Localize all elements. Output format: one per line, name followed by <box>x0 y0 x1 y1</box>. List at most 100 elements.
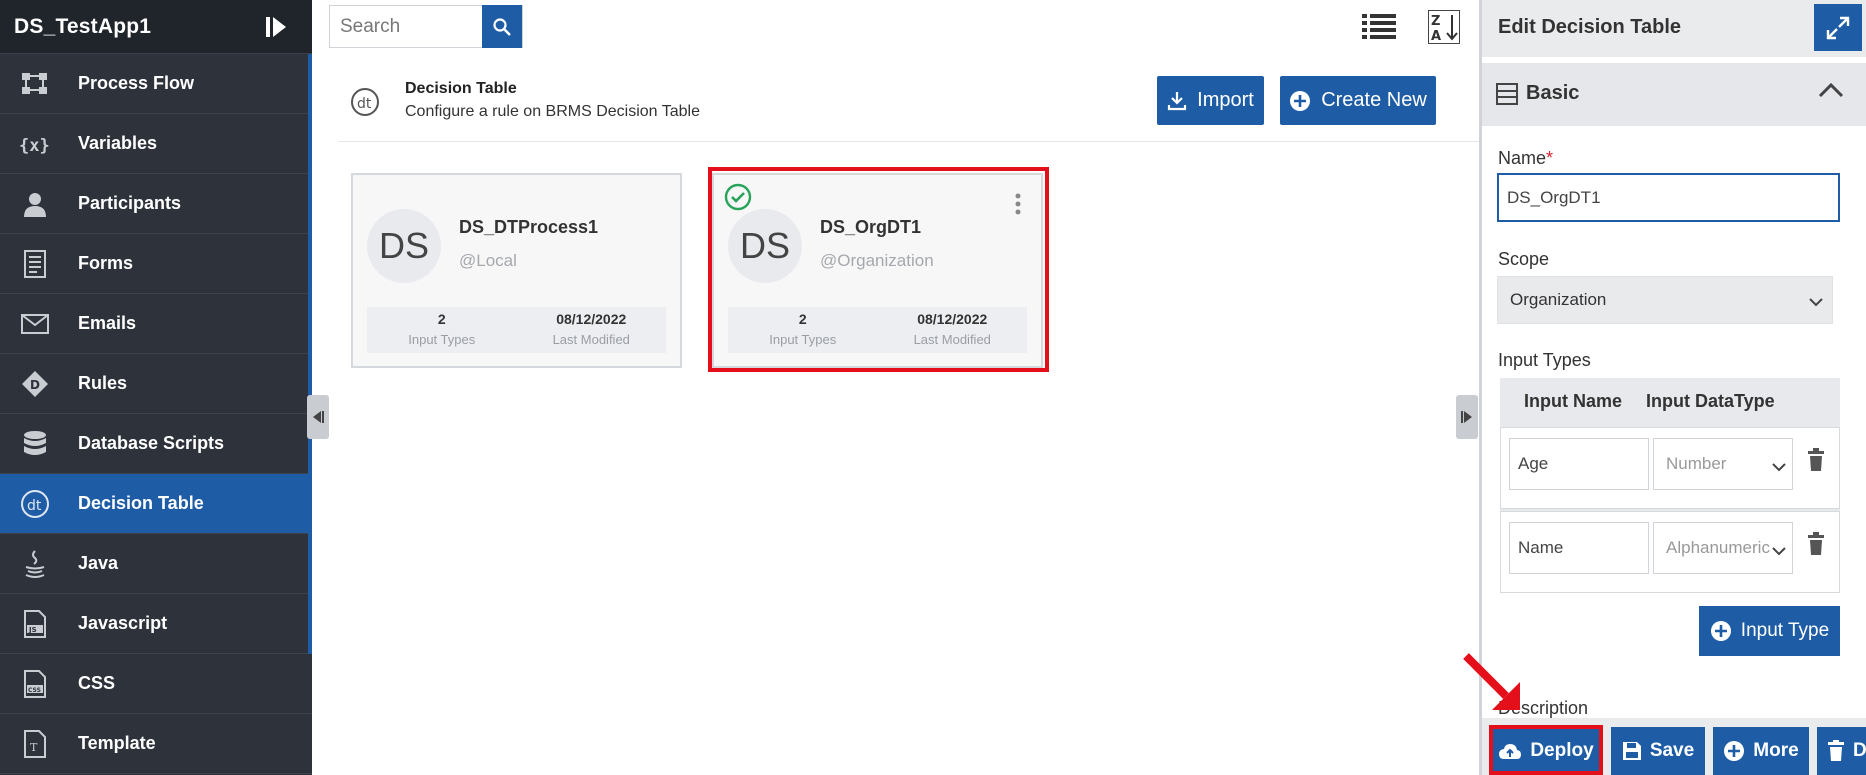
basic-section-header[interactable]: Basic <box>1482 63 1866 126</box>
collapse-sidebar-icon[interactable] <box>264 14 290 40</box>
sidebar-item-label: Participants <box>78 193 182 213</box>
input-name-field[interactable]: Name <box>1509 522 1649 574</box>
trash-icon <box>1827 740 1845 762</box>
create-new-button[interactable]: Create New <box>1280 76 1436 125</box>
participants-icon <box>18 189 52 219</box>
panel-title: Edit Decision Table <box>1498 16 1681 38</box>
scope-label: Scope <box>1498 249 1550 269</box>
trash-icon[interactable] <box>1807 448 1825 477</box>
collapse-right-handle[interactable] <box>1456 395 1478 439</box>
table-row: Age Number <box>1500 427 1840 509</box>
sidebar-item-label: Java <box>78 553 119 573</box>
sidebar-item-participants[interactable]: Participants <box>0 174 312 234</box>
chevron-up-icon[interactable] <box>1818 81 1844 104</box>
sidebar-item-label: Template <box>78 733 156 753</box>
highlight-box <box>708 167 1049 372</box>
more-button[interactable]: More <box>1713 727 1809 775</box>
decision-table-card[interactable]: DS DS_DTProcess1 @Local 2 Input Types 08… <box>351 173 682 368</box>
input-types-stat: 2 Input Types <box>367 307 517 353</box>
input-datatype-select[interactable]: Number <box>1653 438 1793 490</box>
sidebar-item-template[interactable]: T Template <box>0 714 312 774</box>
search-button[interactable] <box>482 5 522 48</box>
search-icon <box>493 17 511 36</box>
sidebar-item-rules[interactable]: D Rules <box>0 354 312 414</box>
main-content: ZA dt Decision Table Configure a rule on… <box>312 0 1579 775</box>
svg-text:dt: dt <box>27 498 42 514</box>
app-window: DS_TestApp1 Process Flow {x} Variables P… <box>0 0 1866 775</box>
forms-icon <box>18 249 52 279</box>
svg-text:D: D <box>30 378 40 392</box>
collapse-left-handle[interactable] <box>307 395 329 439</box>
sidebar-item-label: Forms <box>78 253 134 273</box>
required-mark: * <box>1546 148 1554 168</box>
create-new-label: Create New <box>1321 89 1427 111</box>
import-label: Import <box>1197 89 1254 111</box>
chevron-down-icon <box>1808 293 1824 313</box>
sidebar-item-java[interactable]: Java <box>0 534 312 594</box>
sort-button[interactable]: ZA <box>1426 10 1462 44</box>
sidebar-item-label: Process Flow <box>78 73 195 93</box>
save-button[interactable]: Save <box>1611 727 1705 775</box>
input-types-table: Input Name Input DataType Age Number Nam… <box>1500 378 1840 593</box>
list-view-icon <box>1362 14 1396 39</box>
scope-value: Organization <box>1510 290 1607 309</box>
sidebar: DS_TestApp1 Process Flow {x} Variables P… <box>0 0 312 775</box>
sidebar-item-javascript[interactable]: JS Javascript <box>0 594 312 654</box>
delete-button[interactable]: D <box>1817 727 1866 775</box>
scope-select[interactable]: Organization <box>1497 276 1833 324</box>
input-name-field[interactable]: Age <box>1509 438 1649 490</box>
rules-icon: D <box>18 369 52 399</box>
sidebar-item-variables[interactable]: {x} Variables <box>0 114 312 174</box>
email-icon <box>18 309 52 339</box>
list-view-button[interactable] <box>1361 10 1397 44</box>
save-icon <box>1622 741 1642 761</box>
last-modified-label: Last Modified <box>552 332 630 347</box>
expand-button[interactable] <box>1814 4 1862 51</box>
input-types-label: Input Types <box>1498 350 1591 370</box>
sidebar-item-database-scripts[interactable]: Database Scripts <box>0 414 312 474</box>
import-button[interactable]: Import <box>1157 76 1264 125</box>
chevron-down-icon <box>1772 457 1786 477</box>
search-box <box>329 5 523 48</box>
panel-header: Edit Decision Table <box>1482 0 1866 57</box>
input-types-value: 2 <box>437 311 446 327</box>
card-scope: @Local <box>459 251 517 270</box>
more-circle-icon <box>1723 740 1745 762</box>
trash-icon[interactable] <box>1807 532 1825 561</box>
sidebar-item-process-flow[interactable]: Process Flow <box>0 54 312 114</box>
svg-text:dt: dt <box>357 96 372 112</box>
svg-text:JS: JS <box>28 626 37 634</box>
database-icon <box>18 429 52 459</box>
sidebar-item-decision-table[interactable]: dt Decision Table <box>0 474 312 534</box>
avatar: DS <box>367 209 441 283</box>
add-input-type-label: Input Type <box>1740 620 1830 641</box>
sidebar-item-label: CSS <box>78 673 116 693</box>
delete-label: D <box>1853 740 1866 761</box>
svg-text:{x}: {x} <box>19 136 50 156</box>
variables-icon: {x} <box>18 129 52 159</box>
name-label-text: Name <box>1498 148 1547 168</box>
datatype-value: Number <box>1666 454 1727 473</box>
page-subtitle: Configure a rule on BRMS Decision Table <box>405 103 700 120</box>
decision-table-icon: dt <box>18 489 52 519</box>
sidebar-item-label: Database Scripts <box>78 433 225 453</box>
more-label: More <box>1753 740 1799 761</box>
add-input-type-button[interactable]: Input Type <box>1699 606 1840 656</box>
svg-text:T: T <box>30 741 38 754</box>
sidebar-item-forms[interactable]: Forms <box>0 234 312 294</box>
sidebar-item-label: Emails <box>78 313 137 333</box>
sidebar-item-css[interactable]: CSS CSS <box>0 654 312 714</box>
sidebar-item-label: Javascript <box>78 613 168 633</box>
save-label: Save <box>1649 740 1695 761</box>
download-icon <box>1167 91 1187 111</box>
sidebar-item-emails[interactable]: Emails <box>0 294 312 354</box>
search-input[interactable] <box>330 6 482 47</box>
col-input-name: Input Name <box>1524 390 1623 411</box>
input-datatype-select[interactable]: Alphanumeric <box>1653 522 1793 574</box>
name-field[interactable]: DS_OrgDT1 <box>1497 173 1840 222</box>
col-input-datatype: Input DataType <box>1646 390 1775 411</box>
red-arrow-annotation <box>1463 653 1520 710</box>
input-types-label: Input Types <box>408 332 476 347</box>
sidebar-item-label: Rules <box>78 373 128 393</box>
plus-circle-icon <box>1289 90 1311 112</box>
